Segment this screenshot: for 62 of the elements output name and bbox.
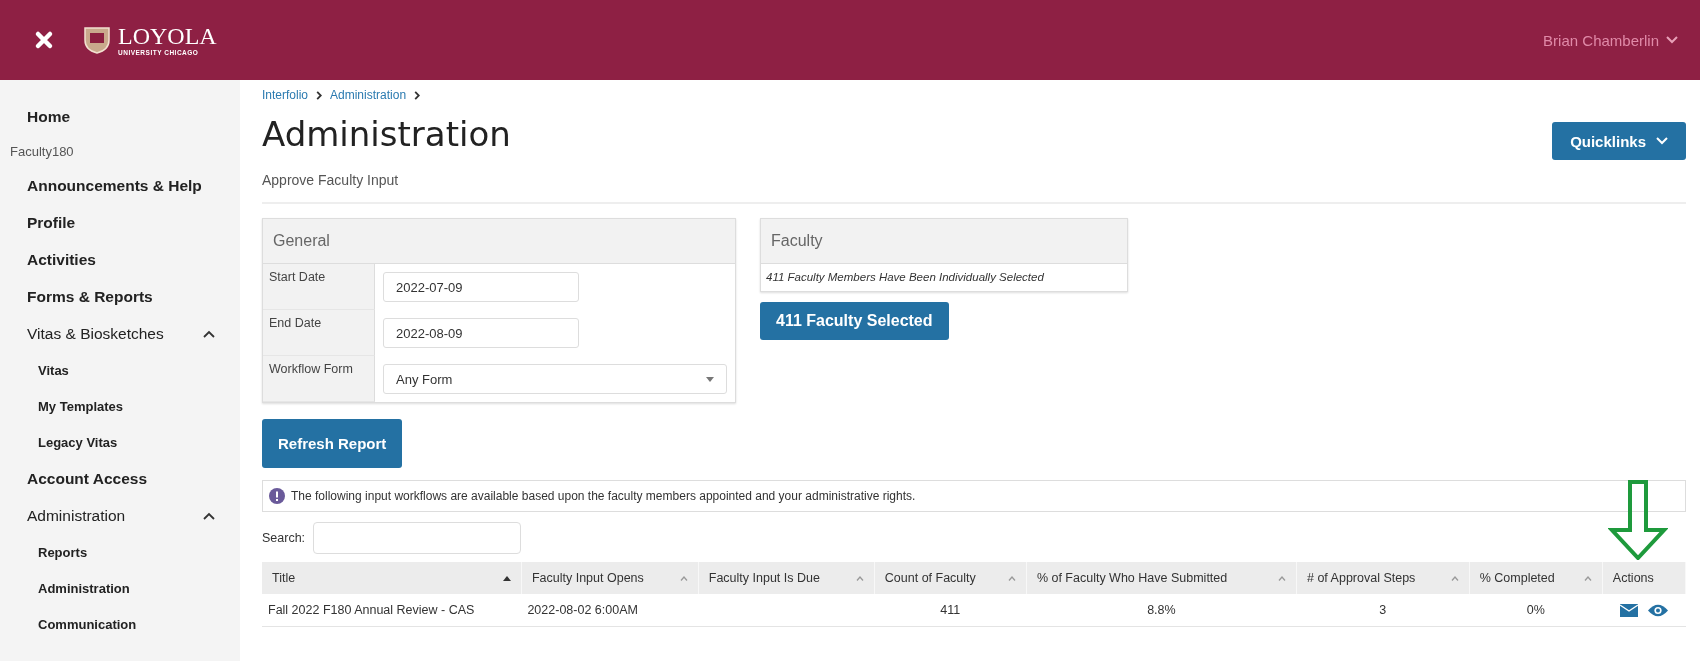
close-icon[interactable] [34,30,54,50]
info-icon [269,488,285,504]
date-field[interactable]: 2022-08-09 [383,318,579,348]
column-header[interactable]: Faculty Input Opens [521,562,699,594]
table-cell: 2022-08-02 6:00AM [521,594,699,627]
sidebar-subitem[interactable]: Communication [10,606,240,642]
column-header[interactable]: Actions [1602,562,1686,594]
chevron-right-icon [414,90,421,100]
table-cell: 3 [1296,594,1470,627]
column-header[interactable]: # of Approval Steps [1296,562,1470,594]
sidebar-section-label: Faculty180 [10,142,75,161]
panel-title: Faculty [761,219,1127,264]
info-text: The following input workflows are available based upon the faculty members appointed and your administrative rights. [291,489,916,503]
search-field[interactable] [313,522,522,554]
column-header[interactable]: % of Faculty Who Have Submitted [1026,562,1297,594]
date-field[interactable]: 2022-07-09 [383,272,579,302]
table-cell: 8.8% [1026,594,1297,627]
sidebar-subitem[interactable]: Vitas [10,352,240,388]
logo-name: LOYOLA [118,23,217,48]
faculty-selected-button[interactable]: 411 Faculty Selected [760,302,949,340]
quicklinks-button[interactable]: Quicklinks [1552,122,1686,160]
table-cell: Fall 2022 F180 Annual Review - CAS [262,594,522,627]
sidebar-item[interactable]: Forms & Reports [10,278,240,315]
faculty-note: 411 Faculty Members Have Been Individually Selected [765,270,1045,285]
panel-title: General [263,219,735,264]
field-label: End Date [263,310,375,356]
eye-icon[interactable] [1647,604,1668,618]
caret-icon [706,376,714,382]
table-cell: 411 [874,594,1027,627]
breadcrumb-link[interactable]: Interfolio [262,88,309,102]
column-header[interactable]: Faculty Input Is Due [698,562,875,594]
chevron-down-icon [1666,36,1678,44]
form-dropdown[interactable]: Any Form [383,364,727,394]
page-subtitle: Approve Faculty Input [262,172,1686,204]
sidebar-subitem[interactable]: Administration [10,570,240,606]
column-header[interactable]: Title [262,562,522,594]
breadcrumb-link[interactable]: Administration [330,88,407,102]
down-arrow-icon [1608,480,1668,560]
sidebar-group[interactable]: Administration [10,497,232,534]
chevron-icon [203,511,215,520]
sidebar-subitem[interactable]: Legacy Vitas [10,424,240,460]
crest-icon [82,25,112,55]
refresh-report-button[interactable]: Refresh Report [262,419,403,468]
column-header[interactable]: Count of Faculty [874,562,1027,594]
page-title: Administration [262,114,511,154]
sidebar-group[interactable]: Vitas & Biosketches [10,315,232,352]
sidebar-subitem[interactable]: Reports [10,534,240,570]
envelope-icon[interactable] [1619,604,1638,618]
sidebar-subitem[interactable]: My Templates [10,388,240,424]
sidebar-item[interactable]: Home [10,98,240,135]
field-label: Start Date [263,264,375,310]
table-cell: 0% [1469,594,1603,627]
sidebar-item[interactable]: Profile [10,204,240,241]
sidebar-item[interactable]: Account Access [10,460,240,497]
sidebar-item[interactable]: Announcements & Help [10,167,240,204]
chevron-right-icon [316,90,323,100]
sidebar-item[interactable]: Activities [10,241,240,278]
field-label: Workflow Form [263,356,375,402]
column-header[interactable]: % Completed [1469,562,1603,594]
chevron-icon [203,329,215,338]
search-label: Search: [262,531,306,545]
chevron-down-icon [1656,137,1668,145]
